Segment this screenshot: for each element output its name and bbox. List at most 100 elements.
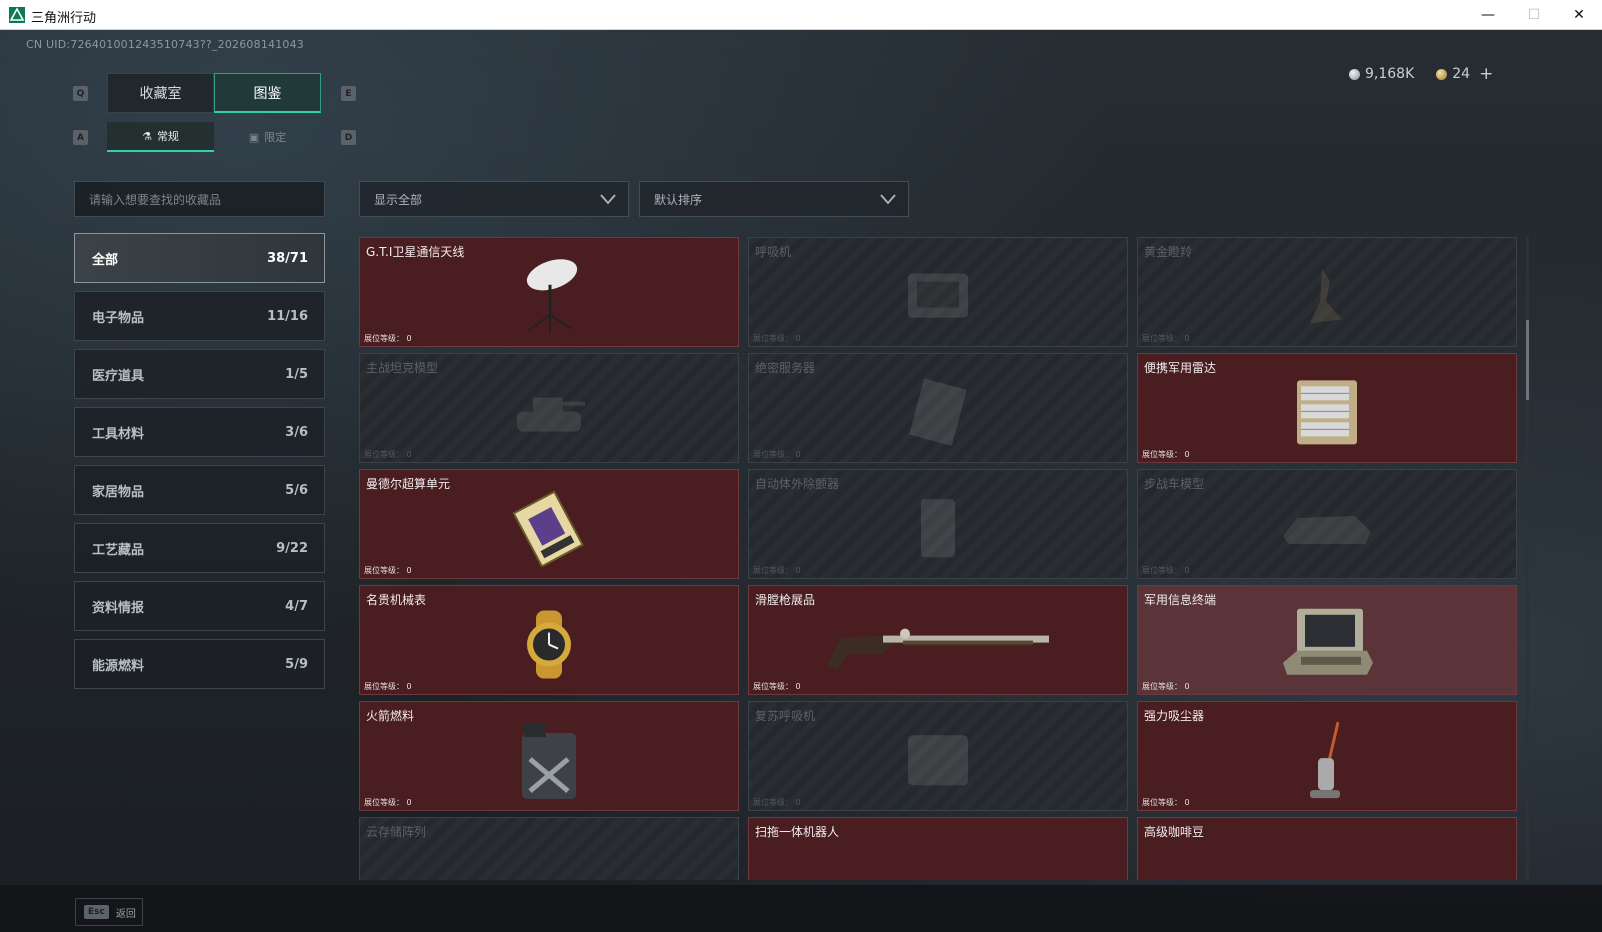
item-card[interactable]: 扫拖一体机器人 展位等级： 0 <box>748 817 1128 880</box>
item-card[interactable]: 云存储阵列 展位等级： 0 <box>359 817 739 880</box>
key-hint-q: Q <box>73 86 88 101</box>
level-value: 0 <box>795 334 801 343</box>
display-level: 展位等级： 0 <box>753 797 801 808</box>
category-electronics[interactable]: 电子物品 11/16 <box>74 291 325 341</box>
level-value: 0 <box>795 798 801 807</box>
item-name: 军用信息终端 <box>1144 593 1217 607</box>
item-card[interactable]: 自动体外除颤器 展位等级： 0 <box>748 469 1128 579</box>
category-all[interactable]: 全部 38/71 <box>74 233 325 283</box>
category-label: 全部 <box>92 252 119 268</box>
display-level: 展位等级： 0 <box>364 449 412 460</box>
category-medical[interactable]: 医疗道具 1/5 <box>74 349 325 399</box>
display-level: 展位等级： 0 <box>1142 449 1190 460</box>
level-value: 0 <box>795 450 801 459</box>
app-logo-icon <box>9 7 25 23</box>
level-value: 0 <box>1184 450 1190 459</box>
level-label: 展位等级： <box>753 334 793 343</box>
item-name: 火箭燃料 <box>366 709 415 723</box>
item-name: 扫拖一体机器人 <box>755 825 840 839</box>
minimize-button[interactable]: — <box>1465 0 1511 30</box>
musket-icon <box>827 628 1049 670</box>
category-label: 工具材料 <box>92 426 145 442</box>
subtab-limited[interactable]: ▣ 限定 <box>214 122 321 152</box>
level-value: 0 <box>406 334 412 343</box>
search-input[interactable]: 请输入想要查找的收藏品 <box>74 181 325 217</box>
item-name: 滑膛枪展品 <box>755 593 816 607</box>
tab-catalog[interactable]: 图鉴 <box>214 73 321 113</box>
add-currency-button[interactable]: + <box>1479 64 1493 84</box>
level-label: 展位等级： <box>1142 334 1182 343</box>
display-level: 展位等级： 0 <box>364 797 412 808</box>
maximize-button[interactable]: ☐ <box>1511 0 1557 30</box>
window-title: 三角洲行动 <box>31 11 97 26</box>
display-level: 展位等级： 0 <box>364 565 412 576</box>
item-card[interactable]: 主战坦克模型 展位等级： 0 <box>359 353 739 463</box>
item-card[interactable]: 呼吸机 展位等级： 0 <box>748 237 1128 347</box>
grid-scrollbar-thumb[interactable] <box>1526 320 1529 400</box>
category-household[interactable]: 家居物品 5/6 <box>74 465 325 515</box>
satellite-antenna-icon <box>526 259 578 333</box>
level-value: 0 <box>1184 798 1190 807</box>
item-card[interactable]: 滑膛枪展品 展位等级： 0 <box>748 585 1128 695</box>
key-hint-d: D <box>341 130 356 145</box>
key-hint-e: E <box>341 86 356 101</box>
level-value: 0 <box>795 682 801 691</box>
level-value: 0 <box>406 682 412 691</box>
subtab-regular[interactable]: ⚗ 常规 <box>107 122 214 152</box>
item-card[interactable]: 复苏呼吸机 展位等级： 0 <box>748 701 1128 811</box>
tab-collection-room[interactable]: 收藏室 <box>107 73 214 113</box>
server-icon <box>909 378 967 446</box>
category-crafts[interactable]: 工艺藏品 9/22 <box>74 523 325 573</box>
filter-dropdown[interactable]: 显示全部 <box>359 181 629 217</box>
key-hint-a: A <box>73 130 88 145</box>
level-label: 展位等级： <box>753 682 793 691</box>
category-intel[interactable]: 资料情报 4/7 <box>74 581 325 631</box>
category-label: 能源燃料 <box>92 658 145 674</box>
item-name: 主战坦克模型 <box>366 361 439 375</box>
item-name: G.T.I卫星通信天线 <box>366 245 465 259</box>
luxury-watch-icon <box>527 610 571 679</box>
item-card[interactable]: 高级咖啡豆 展位等级： 0 <box>1137 817 1517 880</box>
item-card[interactable]: 军用信息终端 展位等级： 0 <box>1137 585 1517 695</box>
item-name: 步战车模型 <box>1144 477 1205 491</box>
item-name: 强力吸尘器 <box>1144 709 1205 723</box>
item-card[interactable]: 绝密服务器 展位等级： 0 <box>748 353 1128 463</box>
display-level: 展位等级： 0 <box>1142 797 1190 808</box>
item-card[interactable]: 黄金瞪羚 展位等级： 0 <box>1137 237 1517 347</box>
level-label: 展位等级： <box>753 798 793 807</box>
item-card[interactable]: 便携军用雷达 展位等级： 0 <box>1137 353 1517 463</box>
category-fuel[interactable]: 能源燃料 5/9 <box>74 639 325 689</box>
defibrillator-icon <box>921 499 955 558</box>
item-name: 黄金瞪羚 <box>1144 245 1193 259</box>
item-card[interactable]: G.T.I卫星通信天线 展位等级： 0 <box>359 237 739 347</box>
golden-gazelle-icon <box>1310 269 1342 324</box>
window-titlebar: 三角洲行动 — ☐ ✕ <box>0 0 1602 30</box>
currency-display: 9,168K 24 + <box>1349 64 1493 84</box>
ifv-model-icon <box>1283 516 1371 544</box>
item-name: 绝密服务器 <box>755 361 816 375</box>
back-button[interactable]: Esc 返回 <box>75 898 143 926</box>
item-name: 名贵机械表 <box>366 593 427 607</box>
category-count: 38/71 <box>267 250 308 266</box>
sort-dropdown-value: 默认排序 <box>654 192 703 207</box>
category-tools[interactable]: 工具材料 3/6 <box>74 407 325 457</box>
filter-dropdown-value: 显示全部 <box>374 192 423 207</box>
close-button[interactable]: ✕ <box>1556 0 1602 30</box>
item-card[interactable]: 曼德尔超算单元 展位等级： 0 <box>359 469 739 579</box>
display-level: 展位等级： 0 <box>753 333 801 344</box>
level-value: 0 <box>1184 334 1190 343</box>
item-card[interactable]: 步战车模型 展位等级： 0 <box>1137 469 1517 579</box>
item-card[interactable]: 名贵机械表 展位等级： 0 <box>359 585 739 695</box>
item-card[interactable]: 强力吸尘器 展位等级： 0 <box>1137 701 1517 811</box>
item-name: 便携军用雷达 <box>1144 361 1217 375</box>
sort-dropdown[interactable]: 默认排序 <box>639 181 909 217</box>
esc-key-hint: Esc <box>84 905 109 919</box>
chevron-down-icon <box>600 194 616 205</box>
chevron-down-icon <box>880 194 896 205</box>
level-label: 展位等级： <box>364 682 404 691</box>
silver-amount: 9,168K <box>1365 66 1415 82</box>
item-card[interactable]: 火箭燃料 展位等级： 0 <box>359 701 739 811</box>
category-label: 电子物品 <box>92 310 145 326</box>
category-label: 资料情报 <box>92 600 145 616</box>
category-label: 工艺藏品 <box>92 542 145 558</box>
